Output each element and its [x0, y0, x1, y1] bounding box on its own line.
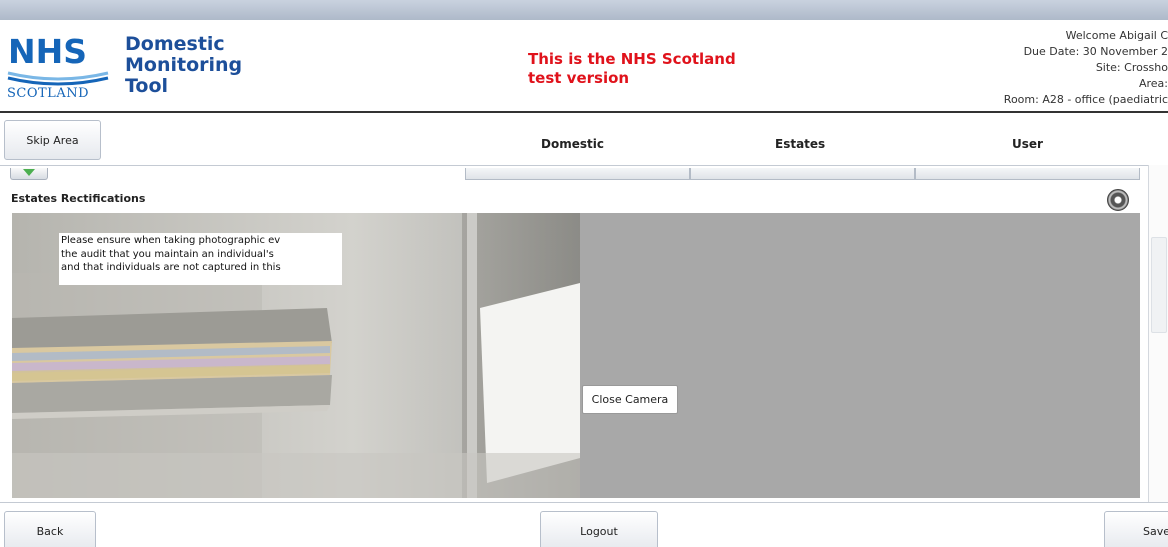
expand-toggle-button[interactable]: [10, 168, 48, 180]
estates-heading: Estates: [775, 137, 826, 151]
user-column-tab[interactable]: [915, 168, 1140, 180]
green-arrow-down-icon: [23, 169, 35, 176]
nhs-scotland-logo: NHS SCOTLAND: [6, 32, 110, 106]
scrollbar-thumb[interactable]: [1151, 237, 1167, 333]
notice-line: the audit that you maintain an individua…: [61, 248, 274, 260]
user-info: Welcome Abigail C Due Date: 30 November …: [938, 28, 1168, 108]
section-header: Estates Rectifications: [0, 165, 1148, 213]
vertical-scrollbar[interactable]: [1148, 165, 1168, 502]
room-text: Room: A28 - office (paediatric: [1003, 93, 1168, 106]
welcome-text: Welcome Abigail C: [1065, 29, 1168, 42]
notice-line: Please ensure when taking photographic e…: [61, 235, 281, 246]
section-title: Estates Rectifications: [11, 192, 146, 205]
user-heading: User: [1012, 137, 1043, 151]
camera-icon[interactable]: [1107, 189, 1129, 211]
area-text: Area:: [1138, 77, 1168, 90]
nav-row: Skip Area Domestic Estates User: [0, 114, 1168, 165]
footer-bar: Back Logout Save: [0, 502, 1168, 547]
logo-nhs-text: NHS: [8, 32, 88, 71]
app-header: NHS SCOTLAND Domestic Monitoring Tool Th…: [0, 20, 1168, 113]
column-tab-bar: [465, 168, 1140, 180]
photo-privacy-notice: Please ensure when taking photographic e…: [59, 233, 342, 285]
estates-column-tab[interactable]: [690, 168, 915, 180]
skip-area-button[interactable]: Skip Area: [4, 120, 101, 160]
camera-panel-background: [580, 213, 1140, 498]
logout-button[interactable]: Logout: [540, 511, 658, 547]
logo-scotland-text: SCOTLAND: [7, 86, 89, 101]
due-date-text: Due Date: 30 November 2: [1023, 45, 1168, 58]
window-top-strip: [0, 0, 1168, 20]
app-title-line: Domestic: [125, 33, 225, 55]
domestic-column-tab[interactable]: [465, 168, 690, 180]
test-version-notice: This is the NHS Scotland test version: [528, 50, 736, 88]
app-title-line: Tool: [125, 75, 169, 97]
notice-line: and that individuals are not captured in…: [61, 262, 281, 273]
app-title-line: Monitoring: [125, 54, 243, 76]
test-version-line: test version: [528, 69, 630, 87]
site-text: Site: Crossho: [1095, 61, 1168, 74]
test-version-line: This is the NHS Scotland: [528, 50, 736, 68]
close-camera-button[interactable]: Close Camera: [582, 385, 678, 414]
app-title: Domestic Monitoring Tool: [125, 34, 242, 97]
back-button[interactable]: Back: [4, 511, 96, 547]
domestic-heading: Domestic: [541, 137, 604, 151]
save-button[interactable]: Save: [1104, 511, 1168, 547]
